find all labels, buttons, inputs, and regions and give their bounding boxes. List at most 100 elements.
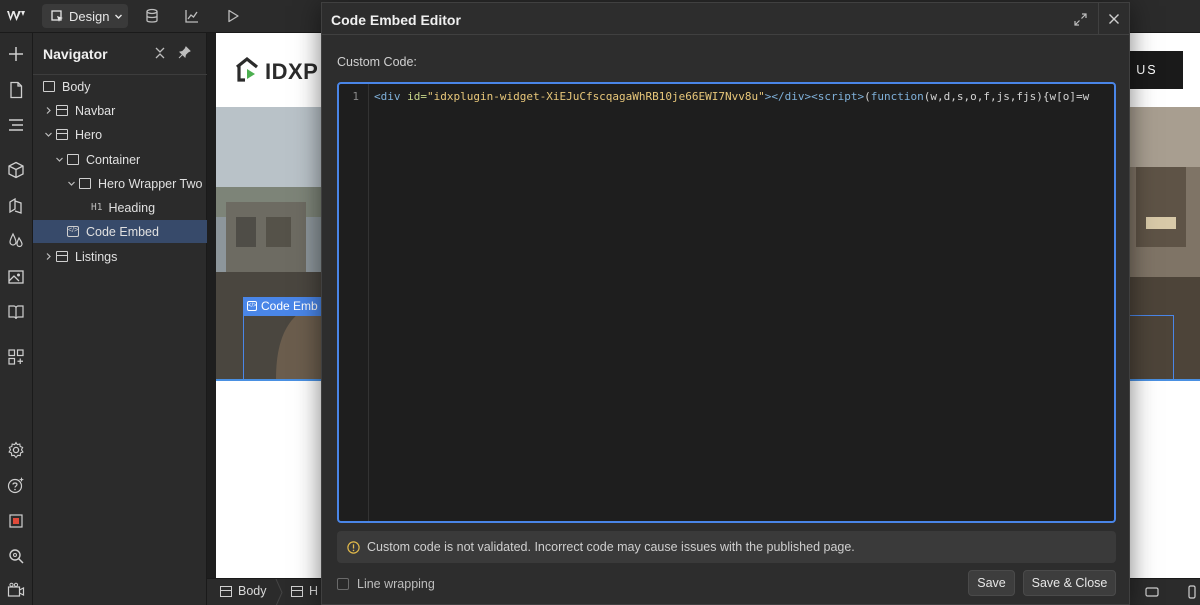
apps-icon[interactable] [7,348,25,366]
pin-icon[interactable] [178,46,191,59]
selected-element-label[interactable]: </> Code Emb [243,297,327,315]
dialog-header: Code Embed Editor [322,3,1129,35]
code-token: <div [374,90,408,103]
cursor-icon [51,9,63,22]
code-token: ( [864,90,871,103]
chevron-down-icon [115,14,123,19]
selection-outline-right [1129,315,1174,379]
warning-text: Custom code is not validated. Incorrect … [367,540,855,554]
line-number-gutter: 1 [339,84,369,521]
tree-item-label: Heading [108,200,156,215]
validation-warning: Custom code is not validated. Incorrect … [337,531,1116,563]
assets-icon[interactable] [7,268,25,286]
webflow-logo-icon[interactable] [6,8,26,24]
body-element-icon [220,585,232,597]
search-icon[interactable] [7,547,25,565]
database-icon[interactable] [144,8,160,24]
design-mode-button[interactable]: Design [42,4,128,28]
chevron-down-icon[interactable] [44,130,53,139]
body-element-icon [43,81,55,92]
line-wrapping-toggle[interactable]: Line wrapping [337,577,435,591]
color-variables-icon[interactable] [7,232,25,250]
breadcrumb-item-body[interactable]: Body [220,584,267,598]
tree-item-heading[interactable]: H1 Heading [33,196,207,219]
navigator-title: Navigator [43,46,108,62]
code-embed-icon: </> [67,226,79,237]
tree-item-label: Container [86,152,141,167]
section-element-icon [56,105,68,116]
pages-icon[interactable] [7,81,25,99]
chevron-down-icon[interactable] [55,155,64,164]
idx-logo-mark-icon [236,56,258,82]
site-logo[interactable]: IDXP [234,55,324,85]
webflow-designer: Design Navigator Body Navbar Hero Contai… [0,0,1200,605]
tree-item-label: Hero Wrapper Two [98,176,203,191]
selected-element-name: Code Emb [261,299,318,313]
heading-tag: H1 [91,202,103,213]
breadcrumb-item-hero[interactable]: H [291,584,318,598]
tree-item-label: Listings [75,249,118,264]
device-phone-icon[interactable] [1185,585,1199,599]
navigator-icon[interactable] [7,116,25,134]
code-token: function [870,90,924,103]
left-tool-rail [0,33,33,605]
navigator-panel: Navigator Body Navbar Hero Container Her… [33,33,207,605]
section-element-icon [56,251,68,262]
help-icon[interactable] [7,476,25,494]
tree-item-label: Navbar [75,103,116,118]
cms-icon[interactable] [7,303,25,321]
section-element-icon [291,585,303,597]
components-icon[interactable] [7,161,25,179]
line-wrapping-checkbox[interactable] [337,578,349,590]
tree-item-hero[interactable]: Hero [33,123,207,146]
expand-icon[interactable] [1074,13,1087,26]
tree-item-body[interactable]: Body [33,75,207,98]
code-token: ></div><script> [764,90,865,103]
breadcrumb-separator-icon [275,579,283,605]
code-token: "idxplugin-widget-XiEJuCfscqagaWhRB10je6… [427,90,765,103]
chevron-down-icon[interactable] [67,179,76,188]
info-warning-icon [347,540,360,554]
custom-code-label: Custom Code: [337,55,417,69]
tree-item-label: Hero [75,127,103,142]
breadcrumb-label: Body [238,584,267,598]
selection-outline [243,315,327,379]
header-divider [1098,3,1099,35]
section-element-icon [56,129,68,140]
chevron-right-icon[interactable] [44,106,53,115]
chevron-right-icon[interactable] [44,252,53,261]
code-embed-icon: </> [247,301,257,311]
div-element-icon [79,178,91,189]
code-embed-editor-dialog: Code Embed Editor Custom Code: 1 <div id… [321,2,1130,605]
code-token: (w,d,s,o,f,js,fjs){w[o]=w [923,90,1090,103]
add-icon[interactable] [7,45,25,63]
tree-item-label: Code Embed [86,224,159,239]
site-logo-text: IDXP [265,59,319,84]
dialog-title: Code Embed Editor [331,12,461,28]
container-element-icon [67,154,79,165]
tree-item-hero-wrapper-two[interactable]: Hero Wrapper Two [33,172,207,195]
tree-item-navbar[interactable]: Navbar [33,99,207,122]
analytics-icon[interactable] [184,8,200,24]
save-button[interactable]: Save [968,570,1015,596]
code-editor[interactable]: 1 <div id="idxplugin-widget-XiEJuCfscqag… [337,82,1116,523]
audit-icon[interactable] [7,512,25,530]
settings-icon[interactable] [7,441,25,459]
save-and-close-button[interactable]: Save & Close [1023,570,1116,596]
device-tablet-icon[interactable] [1145,585,1159,599]
tree-item-code-embed[interactable]: </> Code Embed [33,220,207,243]
line-number: 1 [352,90,359,103]
tree-item-container[interactable]: Container [33,148,207,171]
breadcrumb-label: H [309,584,319,598]
code-token: id= [407,90,427,103]
style-manager-icon[interactable] [7,197,25,215]
preview-play-icon[interactable] [225,8,241,24]
collapse-all-icon[interactable] [154,47,166,59]
close-icon[interactable] [1108,13,1120,25]
tree-item-label: Body [62,79,91,94]
design-mode-label: Design [69,8,110,24]
code-line[interactable]: <div id="idxplugin-widget-XiEJuCfscqagaW… [374,90,1089,103]
tree-item-listings[interactable]: Listings [33,245,207,268]
line-wrapping-label: Line wrapping [357,577,435,591]
video-icon[interactable] [7,582,25,600]
